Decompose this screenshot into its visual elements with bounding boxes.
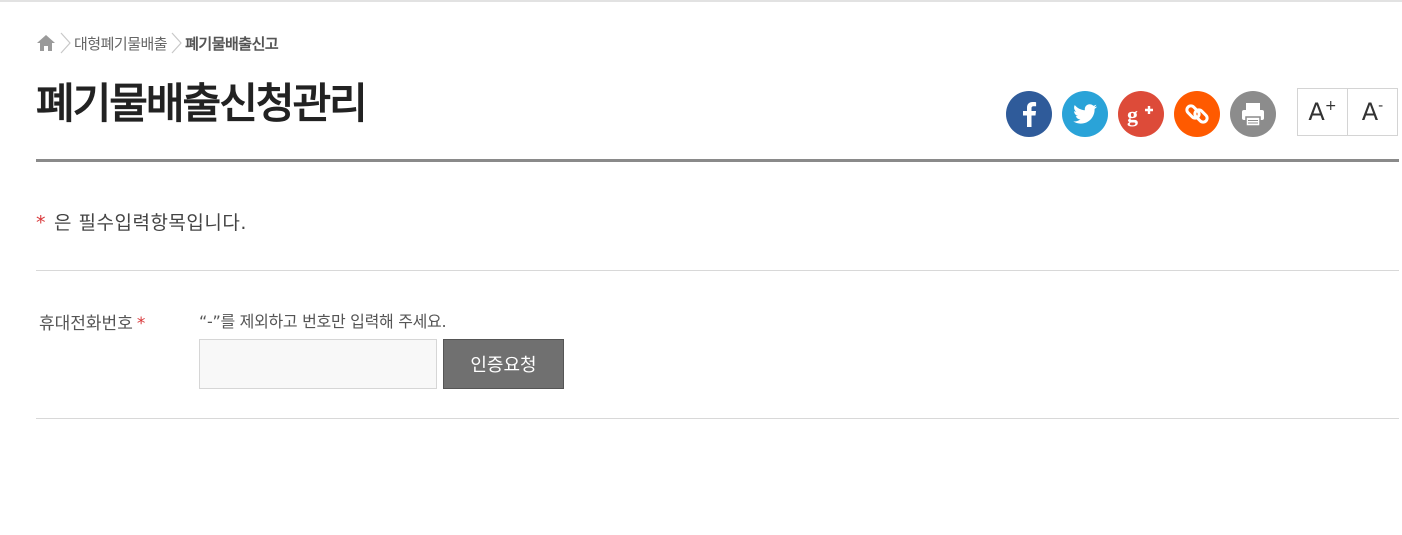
breadcrumb-current: 폐기물배출신고 <box>185 34 279 53</box>
title-divider <box>36 159 1399 162</box>
chevron-right-icon <box>170 32 182 54</box>
breadcrumb: 대형폐기물배출 폐기물배출신고 <box>36 32 279 54</box>
top-border <box>0 0 1402 2</box>
facebook-icon[interactable] <box>1006 91 1052 137</box>
phone-input[interactable] <box>199 339 437 389</box>
phone-label-text: 휴대전화번호 <box>39 314 133 334</box>
share-toolbar: g <box>1006 90 1286 138</box>
svg-text:g: g <box>1127 102 1138 127</box>
google-plus-icon[interactable]: g <box>1118 91 1164 137</box>
link-icon[interactable] <box>1174 91 1220 137</box>
twitter-icon[interactable] <box>1062 91 1108 137</box>
chevron-right-icon <box>59 32 71 54</box>
phone-hint: “-”를 제외하고 번호만 입력해 주세요. <box>199 312 447 331</box>
phone-label: 휴대전화번호 * <box>39 309 145 334</box>
home-icon[interactable] <box>36 33 56 53</box>
font-decrease-label: A <box>1361 98 1379 126</box>
form-bottom-divider <box>36 418 1399 419</box>
plus-icon: + <box>1324 98 1337 114</box>
required-note: * 은 필수입력항목입니다. <box>36 208 247 235</box>
page-title: 폐기물배출신청관리 <box>36 79 368 128</box>
font-decrease-button[interactable]: A- <box>1347 89 1397 135</box>
form-top-divider <box>36 270 1399 271</box>
minus-icon: - <box>1378 98 1384 114</box>
font-size-control: A + A- <box>1297 88 1398 136</box>
print-icon[interactable] <box>1230 91 1276 137</box>
breadcrumb-item[interactable]: 대형폐기물배출 <box>74 33 168 54</box>
font-increase-label: A <box>1308 98 1325 126</box>
required-star: * <box>36 212 46 234</box>
required-note-text: 은 필수입력항목입니다. <box>54 212 247 234</box>
font-increase-button[interactable]: A + <box>1298 89 1347 135</box>
required-star: * <box>136 314 146 334</box>
verify-request-button[interactable]: 인증요청 <box>443 339 564 389</box>
